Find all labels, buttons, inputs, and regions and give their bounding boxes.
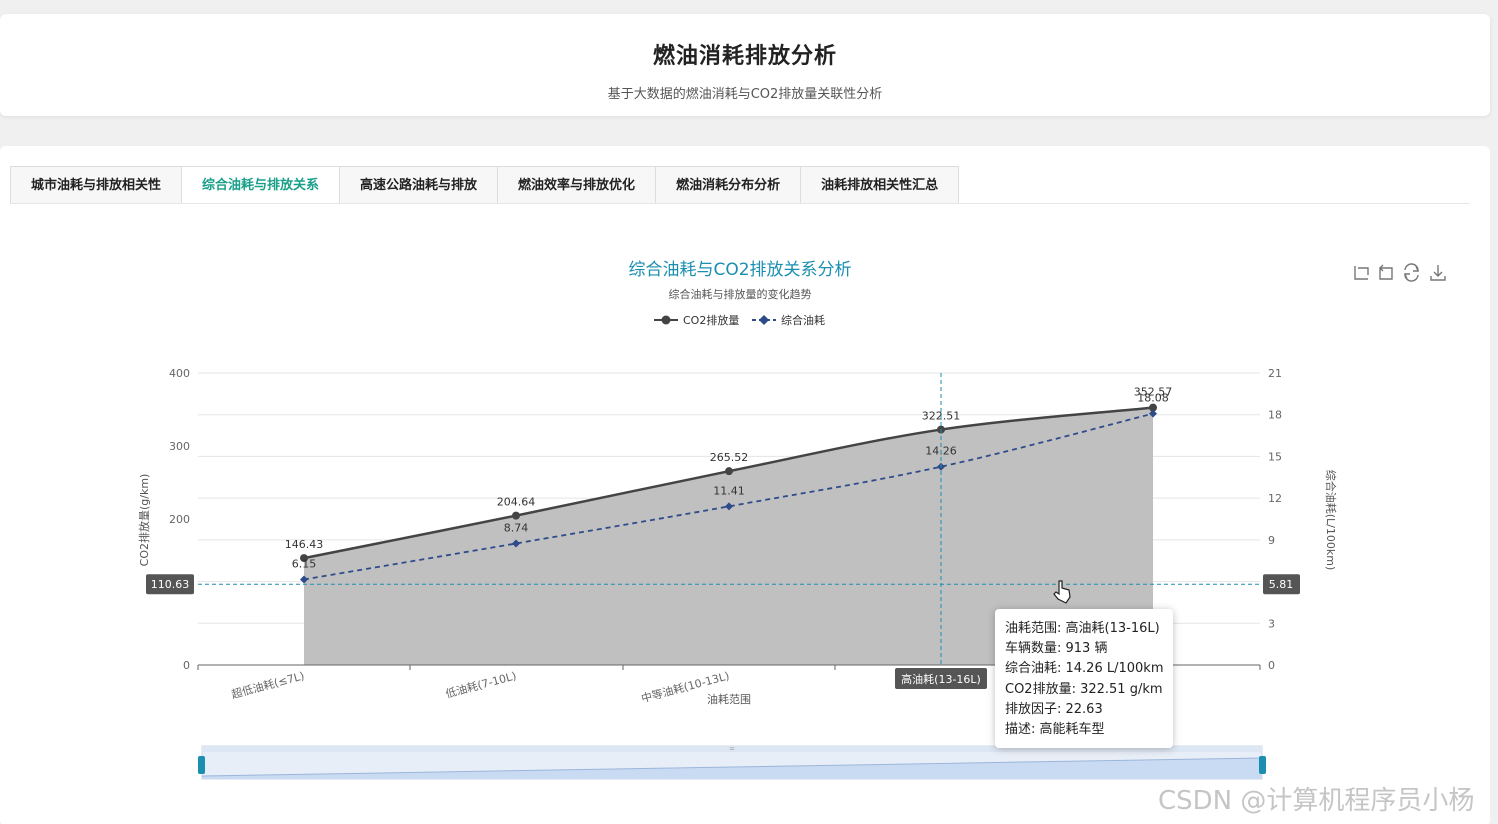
tooltip-line: CO2排放量: 322.51 g/km (1005, 681, 1163, 697)
fuel-data-label: 18.08 (1137, 392, 1169, 405)
co2-data-label: 265.52 (710, 451, 749, 464)
co2-data-label: 146.43 (285, 538, 324, 551)
y-left-tick-label: 300 (169, 440, 190, 453)
chart: 综合油耗与CO2排放关系分析 综合油耗与排放量的变化趋势 CO2排放量 综合油耗… (137, 260, 1446, 780)
fuel-data-label: 6.15 (292, 557, 317, 570)
zoom-icon[interactable] (1354, 266, 1369, 280)
tooltip-line: 排放因子: 22.63 (1005, 701, 1103, 717)
chart-title: 综合油耗与CO2排放关系分析 (628, 260, 851, 280)
x-tick-label: 超低油耗(≤7L) (230, 668, 306, 701)
y-left-tick-label: 200 (169, 513, 190, 526)
download-icon[interactable] (1430, 265, 1446, 281)
y-right-tick-label: 3 (1268, 617, 1275, 630)
legend-label-co2: CO2排放量 (683, 313, 739, 327)
co2-data-point (512, 511, 520, 520)
y-right-tick-label: 21 (1268, 367, 1282, 380)
fuel-data-label: 8.74 (504, 521, 529, 534)
tooltip-line: 油耗范围: 高油耗(13-16L) (1005, 621, 1160, 636)
toolbox (1354, 263, 1446, 282)
slider-handle-left[interactable] (198, 756, 205, 774)
slider-handle-right[interactable] (1259, 756, 1266, 774)
crosshair-right-label: 5.81 (1269, 578, 1294, 591)
fuel-data-label: 11.41 (713, 484, 745, 497)
y-right-tick-label: 9 (1268, 534, 1275, 547)
chart-tooltip: 油耗范围: 高油耗(13-16L) 车辆数量: 913 辆 综合油耗: 14.2… (995, 609, 1173, 749)
legend-label-fuel: 综合油耗 (781, 313, 825, 327)
y-axis-left-title: CO2排放量(g/km) (137, 474, 151, 567)
chart-subtitle: 综合油耗与排放量的变化趋势 (669, 287, 812, 301)
y-left-tick-label: 400 (169, 367, 190, 380)
restore-icon[interactable] (1403, 263, 1420, 282)
svg-text:=: = (729, 745, 735, 753)
tooltip-line: 描述: 高能耗车型 (1005, 722, 1105, 738)
crosshair-x-label: 高油耗(13-16L) (901, 672, 981, 686)
co2-data-point (725, 467, 733, 476)
zoom-reset-icon[interactable] (1379, 264, 1393, 280)
tooltip-line: 车辆数量: 913 辆 (1005, 641, 1108, 657)
x-tick-label: 低油耗(7-10L) (444, 668, 518, 700)
y-left-tick-label: 0 (183, 659, 190, 672)
tooltip-line: 综合油耗: 14.26 L/100km (1005, 661, 1164, 677)
chart-legend: CO2排放量 综合油耗 (654, 313, 825, 327)
co2-data-label: 204.64 (497, 496, 536, 509)
y-axis-right-title: 综合油耗(L/100km) (1324, 470, 1338, 571)
y-right-tick-label: 15 (1268, 450, 1282, 463)
crosshair-left-label: 110.63 (151, 578, 190, 591)
watermark: CSDN @计算机程序员小杨 (1158, 786, 1475, 816)
legend-item-co2[interactable]: CO2排放量 (654, 313, 739, 327)
y-right-tick-label: 12 (1268, 492, 1282, 505)
y-right-tick-label: 18 (1268, 409, 1282, 422)
x-axis-title: 油耗范围 (707, 692, 751, 706)
datazoom-slider[interactable]: = (198, 745, 1266, 780)
legend-item-fuel[interactable]: 综合油耗 (752, 313, 825, 327)
y-right-tick-label: 0 (1268, 659, 1275, 672)
